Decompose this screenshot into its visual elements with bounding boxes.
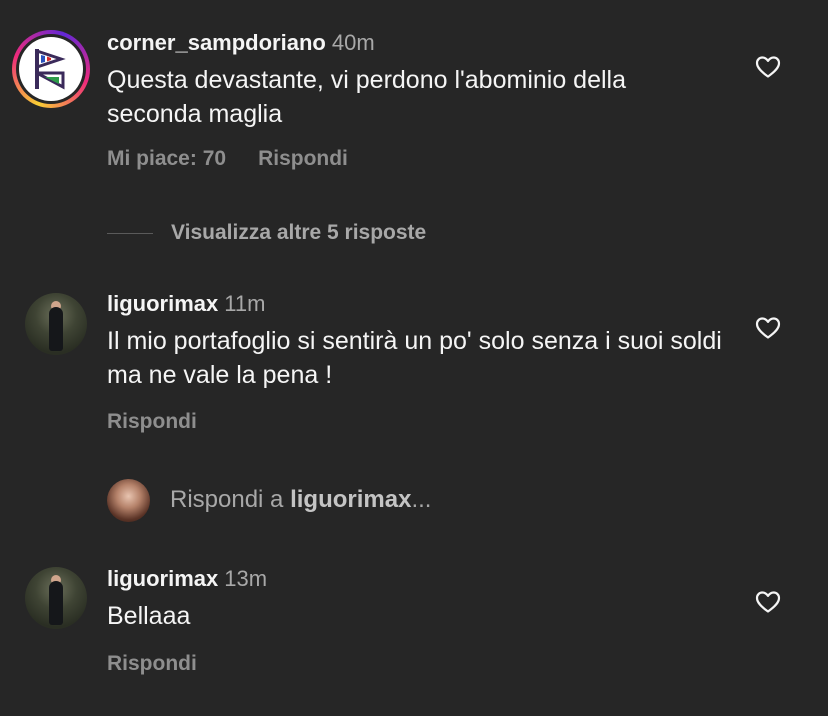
reply-button[interactable]: Rispondi [107, 410, 197, 433]
logo-icon [35, 48, 66, 90]
avatar-figure [49, 307, 63, 351]
current-user-avatar [107, 478, 150, 522]
username-text[interactable]: corner_sampdoriano [107, 30, 326, 55]
reply-prompt-prefix: Rispondi a [170, 486, 291, 513]
avatar-story-ring[interactable] [12, 30, 90, 108]
likes-count[interactable]: Mi piace: 70 [107, 147, 226, 170]
username-text[interactable]: liguorimax [107, 566, 218, 591]
avatar[interactable] [25, 567, 87, 629]
avatar-photo [25, 567, 87, 629]
heart-outline-icon[interactable] [755, 590, 781, 614]
comment-time: 40m [331, 30, 375, 55]
comment-time: 13m [224, 566, 268, 591]
view-more-label[interactable]: Visualizza altre 5 risposte [171, 221, 426, 245]
comment-username[interactable]: liguorimax 13m [107, 566, 267, 592]
avatar [19, 37, 83, 101]
avatar-figure [49, 581, 63, 625]
comment-text: Il mio portafoglio si sentirà un po' sol… [107, 327, 722, 389]
comment-text: Bellaaa [107, 602, 191, 630]
heart-outline-icon[interactable] [755, 55, 781, 79]
avatar[interactable] [25, 293, 87, 355]
reply-prompt[interactable]: Rispondi a liguorimax... [107, 478, 431, 522]
comment-meta: Rispondi [107, 410, 197, 434]
reply-button[interactable]: Rispondi [107, 652, 197, 675]
comment-username[interactable]: liguorimax 11m [107, 291, 265, 317]
comment-meta: Mi piace: 70 Rispondi [107, 147, 348, 171]
avatar-photo [25, 293, 87, 355]
reply-prompt-text[interactable]: Rispondi a liguorimax... [170, 486, 431, 514]
divider-line [107, 232, 153, 234]
avatar-story-gap [16, 34, 86, 104]
comment-time: 11m [224, 291, 266, 316]
comment-meta: Rispondi [107, 652, 197, 676]
comment-text: Questa devastante, vi perdono l'abominio… [107, 66, 626, 128]
heart-outline-icon[interactable] [755, 316, 781, 340]
reply-button[interactable]: Rispondi [258, 147, 348, 170]
reply-prompt-suffix: ... [411, 486, 432, 513]
comment-username[interactable]: corner_sampdoriano 40m [107, 30, 375, 56]
reply-prompt-username: liguorimax [290, 486, 412, 513]
view-more-replies[interactable]: Visualizza altre 5 risposte [107, 218, 426, 248]
username-text[interactable]: liguorimax [107, 291, 218, 316]
